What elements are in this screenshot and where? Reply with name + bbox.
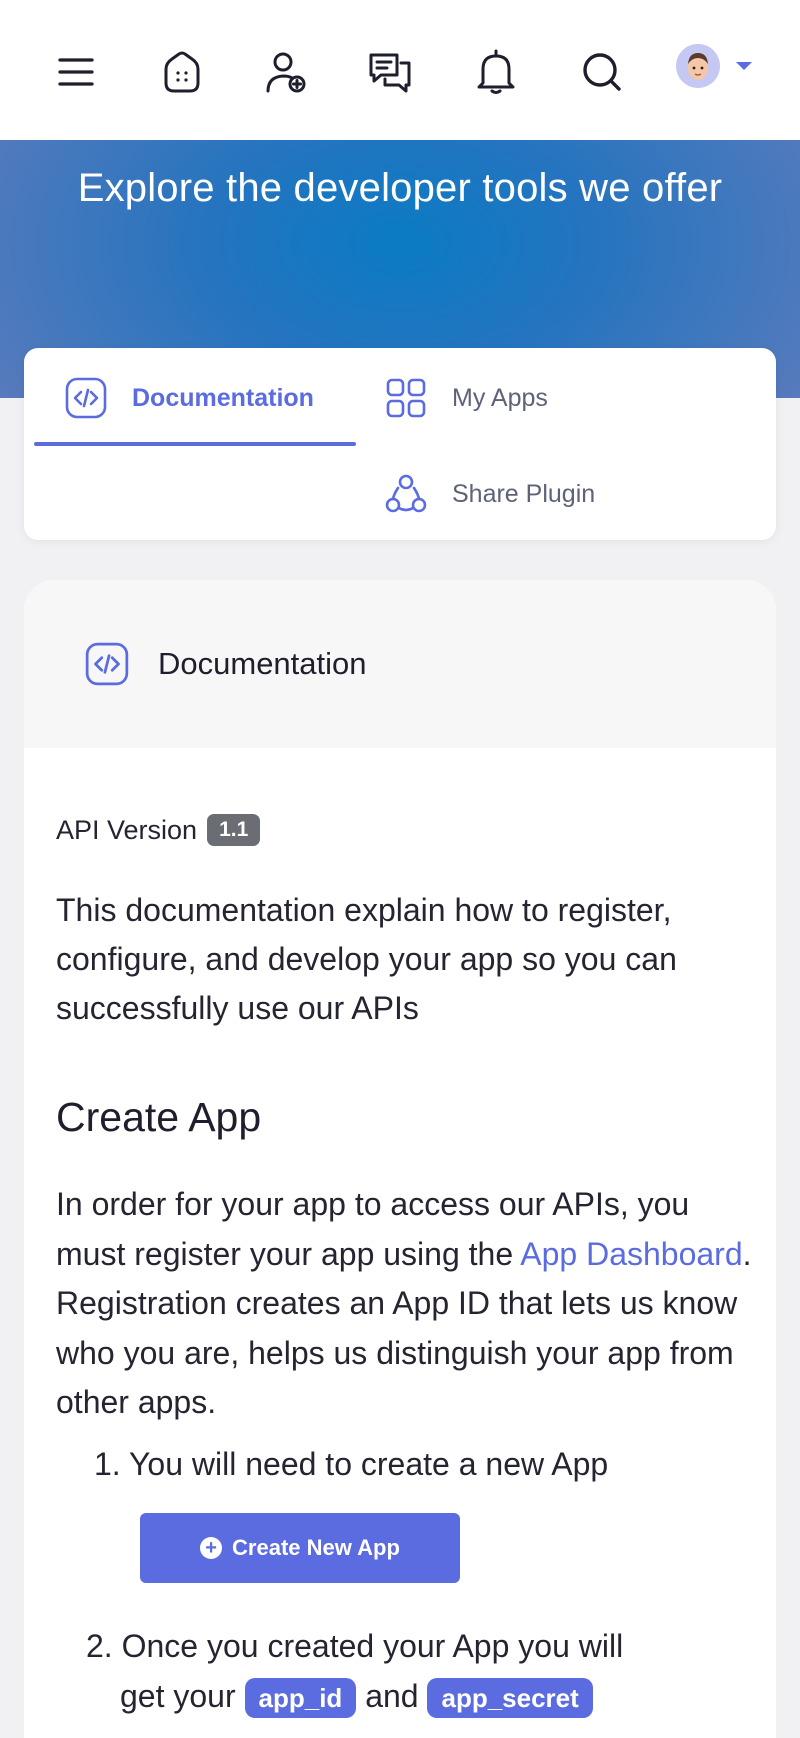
share-icon	[384, 472, 428, 516]
grid-icon	[384, 376, 428, 420]
tab-documentation[interactable]: Documentation	[64, 358, 314, 438]
step-text: Once you created your App you will	[121, 1628, 624, 1664]
create-new-app-button[interactable]: + Create New App	[140, 1513, 460, 1583]
create-app-description: In order for your app to access our APIs…	[56, 1180, 756, 1428]
bell-icon[interactable]	[464, 40, 528, 104]
top-navigation	[0, 0, 800, 140]
step-text: get your	[120, 1678, 236, 1714]
add-user-icon[interactable]	[254, 40, 318, 104]
step-2-continued: get your app_id and app_secret	[120, 1672, 593, 1721]
user-menu[interactable]	[676, 42, 786, 90]
search-icon[interactable]	[570, 40, 634, 104]
api-version-label: API Version	[56, 814, 198, 845]
active-tab-indicator	[34, 442, 356, 446]
card-header: Documentation	[24, 580, 776, 748]
api-version: API Version 1.1	[56, 814, 756, 846]
app-id-badge: app_id	[244, 1678, 357, 1718]
tab-label: My Apps	[452, 383, 548, 412]
step-number: 2.	[86, 1628, 113, 1664]
step-1: 1. You will need to create a new App	[94, 1440, 608, 1489]
code-icon	[64, 376, 108, 420]
intro-text: This documentation explain how to regist…	[56, 892, 677, 1026]
step-number: 1.	[94, 1446, 121, 1482]
version-badge: 1.1	[207, 814, 261, 846]
hero-title: Explore the developer tools we offer	[77, 166, 723, 210]
messages-icon[interactable]	[358, 40, 422, 104]
app-secret-badge: app_secret	[427, 1678, 593, 1718]
tab-label: Documentation	[132, 383, 314, 412]
step-text: and	[365, 1678, 419, 1714]
tab-label: Share Plugin	[452, 479, 596, 508]
tab-share-plugin[interactable]: Share Plugin	[384, 454, 595, 534]
create-app-heading: Create App	[56, 1094, 262, 1140]
avatar[interactable]	[676, 44, 720, 88]
button-label: Create New App	[232, 1535, 400, 1560]
step-text: You will need to create a new App	[129, 1446, 609, 1482]
chevron-down-icon[interactable]	[736, 62, 752, 70]
app-dashboard-link[interactable]: App Dashboard	[520, 1236, 742, 1272]
step-2: 2. Once you created your App you will	[86, 1622, 623, 1671]
menu-icon[interactable]	[44, 40, 108, 104]
tabs-card: Documentation My Apps Share Plugin	[24, 348, 776, 540]
card-title: Documentation	[158, 646, 367, 681]
code-icon	[84, 641, 130, 687]
plus-circle-icon: +	[200, 1537, 223, 1559]
documentation-card: Documentation API Version 1.1 This docum…	[24, 580, 776, 1738]
tab-my-apps[interactable]: My Apps	[384, 358, 548, 438]
home-icon[interactable]	[150, 40, 214, 104]
